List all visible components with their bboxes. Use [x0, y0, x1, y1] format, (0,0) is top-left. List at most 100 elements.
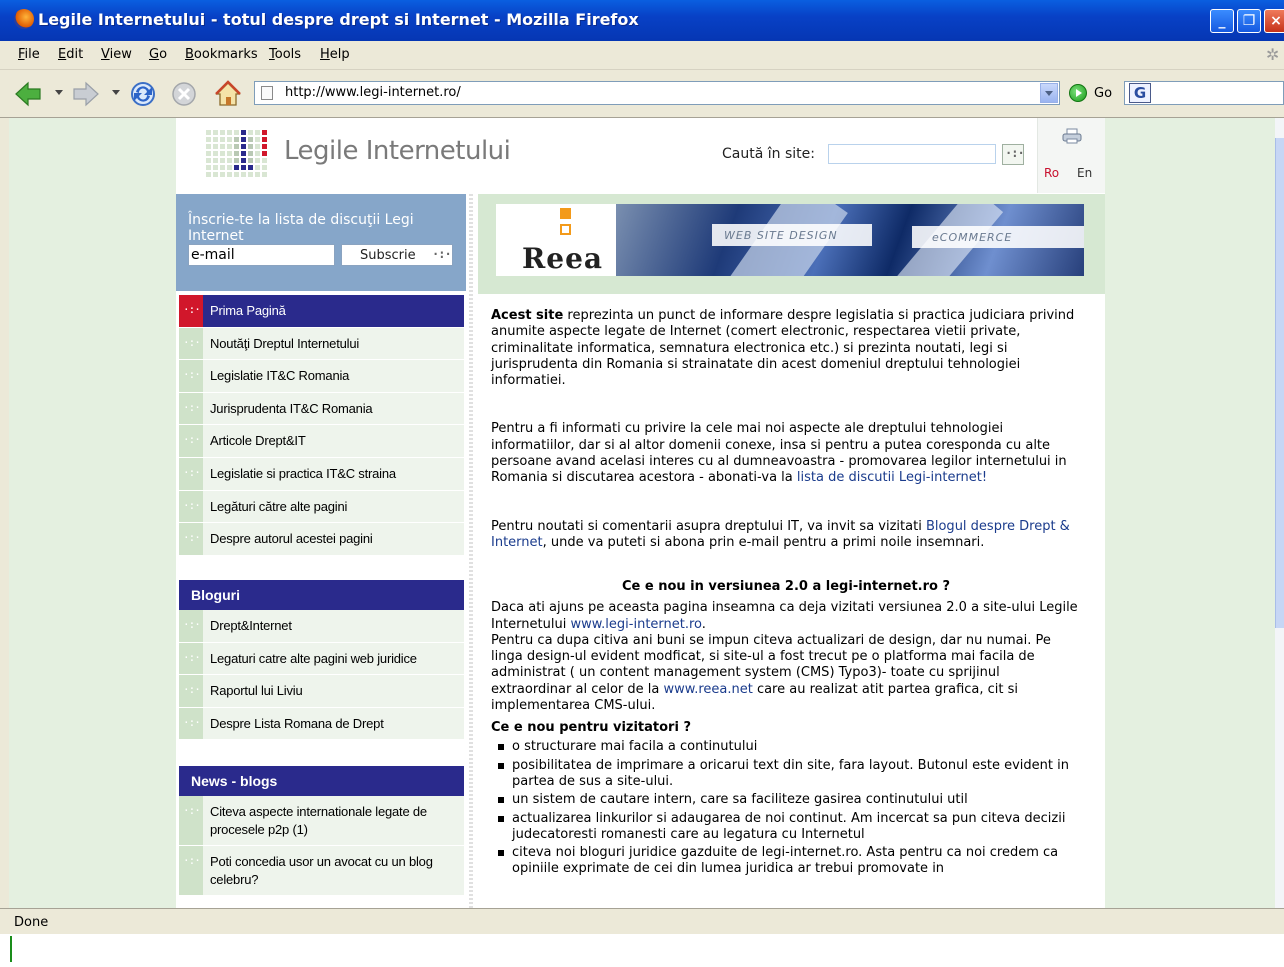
back-dropdown-icon[interactable]	[55, 90, 63, 95]
mailing-list-link[interactable]: lista de discutii Legi-internet!	[797, 470, 987, 485]
page-icon	[261, 86, 273, 100]
back-arrow-icon[interactable]	[14, 80, 42, 108]
nav-item[interactable]: Despre Lista Romana de Drept	[179, 707, 464, 741]
nav-arrow-icon	[179, 846, 203, 895]
cursor-mark	[10, 936, 12, 962]
list-item: posibilitatea de imprimare a oricarui te…	[491, 758, 1081, 791]
nav-arrow-icon	[179, 425, 203, 457]
banner-tag-ecommerce: eCOMMERCE	[912, 226, 1084, 248]
mailing-list-box: Înscrie-te la lista de discuţii Legi Int…	[176, 194, 466, 291]
nav-item[interactable]: Noutăţi Dreptul Internetului	[179, 327, 464, 361]
site-search-input[interactable]	[828, 144, 996, 164]
menu-bookmarks[interactable]: Bookmarks	[185, 47, 258, 62]
reea-banner[interactable]: WEB SITE DESIGN eCOMMERCE Reea	[496, 204, 1084, 276]
nav-item-label: Jurisprudenta IT&C Romania	[210, 400, 373, 416]
mailing-list-title: Înscrie-te la lista de discuţii Legi Int…	[188, 212, 414, 244]
whats-new-heading: Ce e nou in versiunea 2.0 a legi-interne…	[621, 579, 951, 595]
stop-icon[interactable]	[170, 80, 198, 108]
blogs-navigation: Drept&Internet Legaturi catre alte pagini…	[179, 610, 464, 741]
maximize-button[interactable]: ❐	[1237, 9, 1261, 33]
nav-item-label: Despre Lista Romana de Drept	[210, 715, 384, 731]
blog-text-a: Pentru noutati si comentarii asupra drep…	[491, 518, 926, 534]
nav-item[interactable]: Legislatie si practica IT&C straina	[179, 457, 464, 491]
menu-tools[interactable]: Tools	[269, 47, 301, 62]
nav-item[interactable]: Articole Drept&IT	[179, 425, 464, 458]
subscribe-dots-icon	[432, 247, 451, 264]
taskbar-area	[0, 934, 1284, 967]
language-en-link[interactable]: En	[1077, 166, 1092, 180]
url-text[interactable]: http://www.legi-internet.ro/	[285, 85, 461, 100]
nav-item-label: Legături către alte pagini	[210, 498, 348, 514]
nav-arrow-icon	[179, 642, 203, 675]
minimize-button[interactable]: _	[1210, 9, 1234, 33]
url-history-dropdown-icon[interactable]	[1040, 83, 1058, 103]
nav-item-label: Noutăţi Dreptul Internetului	[210, 335, 360, 351]
redesign-paragraph: Pentru ca dupa citiva ani buni se impun …	[491, 633, 1081, 714]
page-viewport: Legile Internetului Caută în site: Ro En…	[9, 118, 1275, 908]
forward-dropdown-icon[interactable]	[112, 90, 120, 95]
go-arrow-icon[interactable]	[1069, 84, 1087, 102]
nav-item-label: Prima Pagină	[210, 303, 286, 318]
nav-arrow-icon	[179, 523, 203, 555]
nav-item-label: Legaturi catre alte pagini web juridice	[210, 650, 417, 666]
nav-item[interactable]: Legaturi catre alte pagini web juridice	[179, 642, 464, 676]
nav-item[interactable]: Drept&Internet	[179, 610, 464, 643]
blogs-header: Bloguri	[179, 580, 464, 610]
site-search-button[interactable]	[1002, 144, 1024, 165]
language-ro-link[interactable]: Ro	[1044, 166, 1059, 180]
throbber-icon: ✲	[1266, 45, 1280, 64]
nav-item[interactable]: Jurisprudenta IT&C Romania	[179, 392, 464, 426]
print-icon[interactable]	[1062, 128, 1082, 144]
banner-tag-web-design: WEB SITE DESIGN	[712, 224, 872, 246]
menu-view[interactable]: View	[101, 47, 132, 62]
reea-logo-square-icon	[560, 208, 571, 219]
go-button-label[interactable]: Go	[1094, 86, 1112, 101]
mailing-paragraph: Pentru a fi informati cu privire la cele…	[491, 421, 1081, 486]
menu-go[interactable]: Go	[149, 47, 167, 62]
intro-bold: Acest site	[491, 308, 564, 323]
address-bar[interactable]: http://www.legi-internet.ro/	[254, 81, 1060, 105]
nav-item[interactable]: Legături către alte pagini	[179, 490, 464, 524]
scrollbar-thumb[interactable]	[1275, 138, 1284, 628]
site-link[interactable]: www.legi-internet.ro	[570, 617, 701, 632]
nav-item[interactable]: Prima Pagină	[179, 295, 464, 328]
status-text: Done	[14, 915, 49, 930]
column-divider	[469, 194, 473, 908]
page-container: Legile Internetului Caută în site: Ro En…	[176, 118, 1105, 908]
vertical-scrollbar[interactable]	[1275, 118, 1284, 908]
intro-paragraph: Acest site reprezinta un punct de inform…	[491, 308, 1081, 389]
nav-item[interactable]: Despre autorul acestei pagini	[179, 523, 464, 556]
nav-item[interactable]: Poti concedia usor un avocat cu un blog …	[179, 846, 464, 896]
web-search-input[interactable]: G	[1124, 81, 1284, 105]
site-logo-text[interactable]: Legile Internetului	[284, 136, 511, 166]
nav-item-label: Articole Drept&IT	[210, 433, 306, 449]
nav-arrow-icon	[179, 490, 203, 523]
nav-arrow-icon	[179, 796, 203, 845]
search-engine-icon[interactable]: G	[1129, 83, 1151, 103]
menu-help[interactable]: Help	[320, 47, 350, 62]
menu-edit[interactable]: Edit	[58, 47, 83, 62]
main-content: Acest site reprezinta un punct de inform…	[491, 308, 1081, 880]
subscribe-button-label: Subscrie	[360, 248, 416, 263]
close-button[interactable]: ×	[1264, 9, 1284, 33]
nav-arrow-icon	[179, 392, 203, 425]
list-item: o structurare mai facila a continutului	[491, 739, 1081, 755]
window-title-bar[interactable]: Legile Internetului - totul despre drept…	[0, 0, 1284, 41]
nav-item[interactable]: Raportul lui Liviu	[179, 675, 464, 708]
menu-bar: File Edit View Go Bookmarks Tools Help ✲	[0, 41, 1284, 70]
subscribe-button[interactable]: Subscrie	[341, 244, 453, 266]
nav-item-label: Drept&Internet	[210, 618, 292, 633]
home-icon[interactable]	[214, 80, 242, 108]
forward-arrow-icon[interactable]	[72, 80, 100, 108]
reload-icon[interactable]	[129, 80, 157, 108]
blog-paragraph: Pentru noutati si comentarii asupra drep…	[491, 519, 1081, 552]
email-field[interactable]: e-mail	[188, 244, 335, 266]
reea-link[interactable]: www.reea.net	[663, 682, 752, 697]
menu-file[interactable]: File	[18, 47, 40, 62]
nav-item[interactable]: Legislatie IT&C Romania	[179, 360, 464, 393]
nav-item-label: Poti concedia usor un avocat cu un blog …	[210, 854, 433, 887]
list-item: citeva noi bloguri juridice gazduite de …	[491, 845, 1081, 878]
nav-item[interactable]: Citeva aspecte internationale legate de …	[179, 796, 464, 846]
nav-arrow-icon	[179, 610, 203, 642]
list-item: un sistem de cautare intern, care sa fac…	[491, 792, 1081, 808]
